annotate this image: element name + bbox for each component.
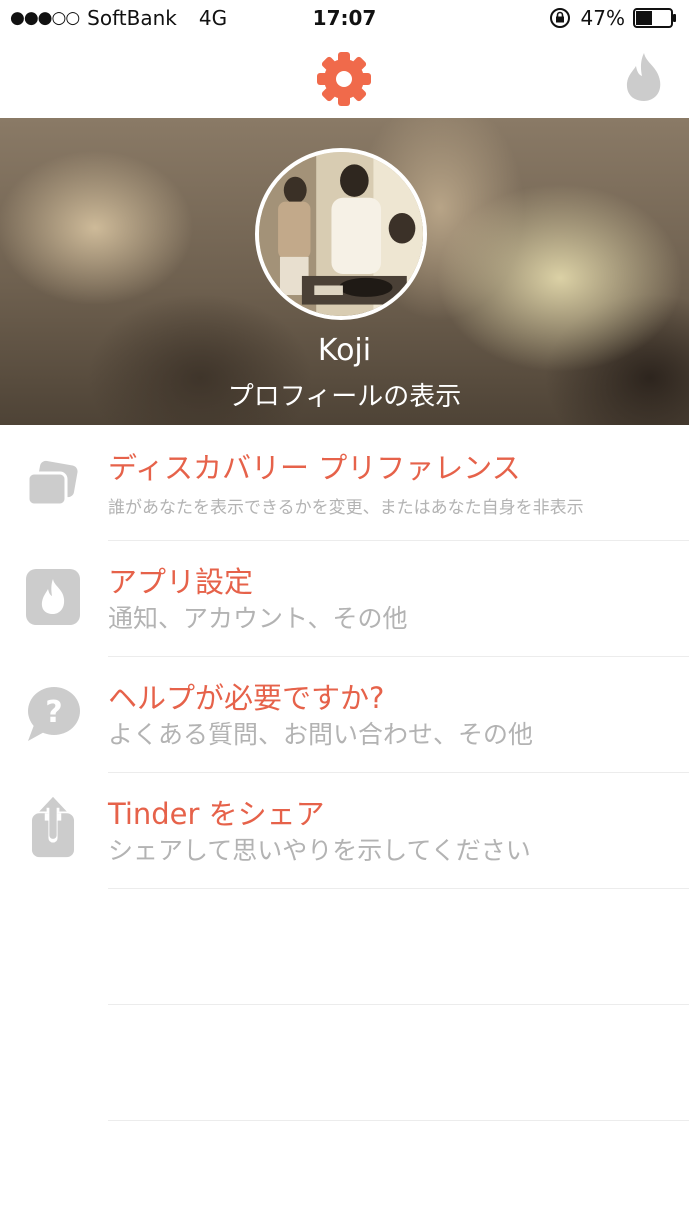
svg-text:?: ? [45, 695, 62, 730]
help-bubble-icon: ? [28, 687, 80, 741]
nav-bar [0, 38, 689, 118]
menu-item-subtitle: 通知、アカウント、その他 [108, 604, 408, 633]
menu-item-title: Tinder をシェア [108, 797, 325, 831]
status-bar: ●●●○○ SoftBank 4G 17:07 47% [0, 0, 689, 38]
menu-item-title: アプリ設定 [108, 565, 254, 599]
menu-item-discovery-preferences[interactable]: ディスカバリー プリファレンス 誰があなたを表示できるかを変更、またはあなた自身… [0, 425, 689, 541]
menu-item-subtitle: シェアして思いやりを示してください [108, 836, 531, 865]
share-icon [31, 796, 75, 858]
profile-name: Koji [317, 333, 372, 368]
menu-item-title: ヘルプが必要ですか? [108, 681, 385, 715]
view-profile-link[interactable]: プロフィールの表示 [0, 376, 689, 413]
menu-item-subtitle: 誰があなたを表示できるかを変更、またはあなた自身を非表示 [108, 498, 584, 518]
flame-icon [26, 569, 80, 625]
rotation-lock-icon [549, 8, 570, 28]
avatar-photo [259, 152, 423, 316]
status-right: 47% [549, 6, 677, 30]
menu-item-app-settings[interactable]: アプリ設定 通知、アカウント、その他 [0, 541, 689, 657]
avatar[interactable] [255, 148, 427, 320]
battery-percent: 47% [580, 6, 625, 30]
profile-header[interactable]: Koji プロフィールの表示 [0, 118, 689, 425]
divider [108, 1004, 689, 1005]
divider [108, 888, 689, 889]
battery-icon [633, 8, 676, 28]
divider [108, 1120, 689, 1121]
menu-item-title: ディスカバリー プリファレンス [108, 451, 521, 485]
menu-item-share[interactable]: Tinder をシェア シェアして思いやりを示してください [0, 773, 689, 889]
cards-icon [26, 460, 78, 507]
gear-icon[interactable] [315, 50, 373, 108]
menu-item-help[interactable]: ? ヘルプが必要ですか? よくある質問、お問い合わせ、その他 [0, 657, 689, 773]
flame-icon[interactable] [622, 51, 666, 103]
menu-item-subtitle: よくある質問、お問い合わせ、その他 [108, 720, 534, 749]
